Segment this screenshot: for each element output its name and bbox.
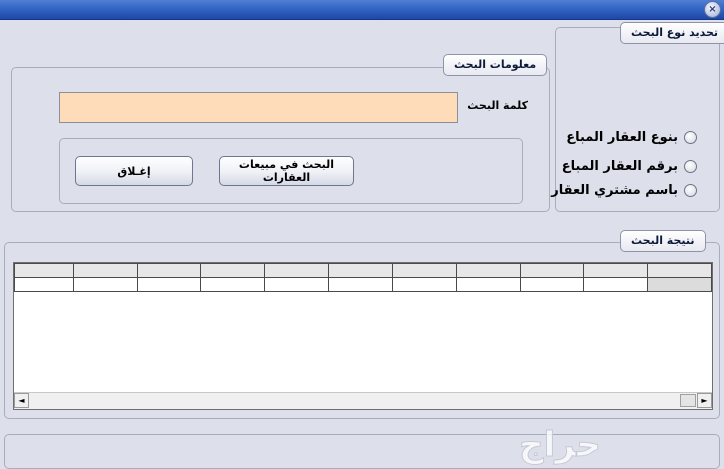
grid-header-row bbox=[14, 263, 712, 278]
grid-cell[interactable] bbox=[391, 277, 457, 292]
close-button[interactable]: إغـلاق bbox=[75, 156, 193, 186]
status-bar bbox=[4, 434, 720, 469]
radio-label-buyer-name: باسم مشتري العقار bbox=[551, 183, 678, 198]
grid-cell[interactable] bbox=[328, 277, 393, 292]
grid-cell[interactable] bbox=[72, 277, 138, 292]
radio-button-buyer-name[interactable] bbox=[684, 184, 697, 197]
grid-header-cell[interactable] bbox=[14, 263, 74, 278]
search-property-sales-button[interactable]: البحث في مبيعات العقارات bbox=[219, 156, 354, 186]
close-window-button[interactable]: × bbox=[704, 1, 721, 18]
grid-header-cell[interactable] bbox=[72, 263, 138, 278]
horizontal-scrollbar[interactable]: ◄ ► bbox=[14, 392, 712, 409]
search-type-legend: تحديد نوع البحث bbox=[620, 22, 724, 44]
window-titlebar: × bbox=[0, 0, 724, 20]
grid-cell[interactable] bbox=[647, 277, 712, 292]
grid-header-cell[interactable] bbox=[455, 263, 521, 278]
grid-header-cell[interactable] bbox=[519, 263, 585, 278]
arrow-left-icon: ◄ bbox=[18, 396, 25, 405]
scroll-thumb[interactable] bbox=[680, 394, 696, 407]
radio-option-property-type[interactable]: بنوع العقار المباع bbox=[566, 130, 697, 145]
radio-option-property-number[interactable]: برقم العقار المباع bbox=[562, 159, 697, 174]
scroll-right-button[interactable]: ► bbox=[697, 393, 712, 408]
grid-cell[interactable] bbox=[519, 277, 585, 292]
grid-header-cell[interactable] bbox=[136, 263, 202, 278]
grid-header-cell[interactable] bbox=[200, 263, 266, 278]
grid-cell[interactable] bbox=[14, 277, 74, 292]
arrow-right-icon: ► bbox=[701, 396, 708, 405]
scroll-left-button[interactable]: ◄ bbox=[14, 393, 29, 408]
radio-label-property-number: برقم العقار المباع bbox=[561, 159, 678, 174]
grid-header-cell[interactable] bbox=[583, 263, 649, 278]
grid-cell[interactable] bbox=[455, 277, 521, 292]
grid-header-cell[interactable] bbox=[264, 263, 330, 278]
results-table bbox=[14, 263, 712, 292]
radio-label-property-type: بنوع العقار المباع bbox=[566, 130, 678, 145]
table-row[interactable] bbox=[14, 277, 712, 292]
radio-button-property-number[interactable] bbox=[684, 160, 697, 173]
grid-cell[interactable] bbox=[200, 277, 266, 292]
results-grid[interactable]: ◄ ► bbox=[13, 262, 713, 410]
radio-option-buyer-name[interactable]: باسم مشتري العقار bbox=[551, 183, 697, 198]
close-icon: × bbox=[708, 3, 717, 15]
grid-cell[interactable] bbox=[264, 277, 330, 292]
grid-cell[interactable] bbox=[136, 277, 202, 292]
radio-button-property-type[interactable] bbox=[684, 131, 697, 144]
grid-cell[interactable] bbox=[583, 277, 649, 292]
keyword-label: كلمة البحث bbox=[467, 99, 528, 112]
search-info-legend: معلومات البحث bbox=[443, 54, 548, 76]
grid-header-cell[interactable] bbox=[647, 263, 712, 278]
keyword-input[interactable] bbox=[59, 92, 458, 123]
results-legend: نتيجة البحث bbox=[620, 230, 706, 252]
grid-header-cell[interactable] bbox=[328, 263, 393, 278]
grid-header-cell[interactable] bbox=[391, 263, 457, 278]
